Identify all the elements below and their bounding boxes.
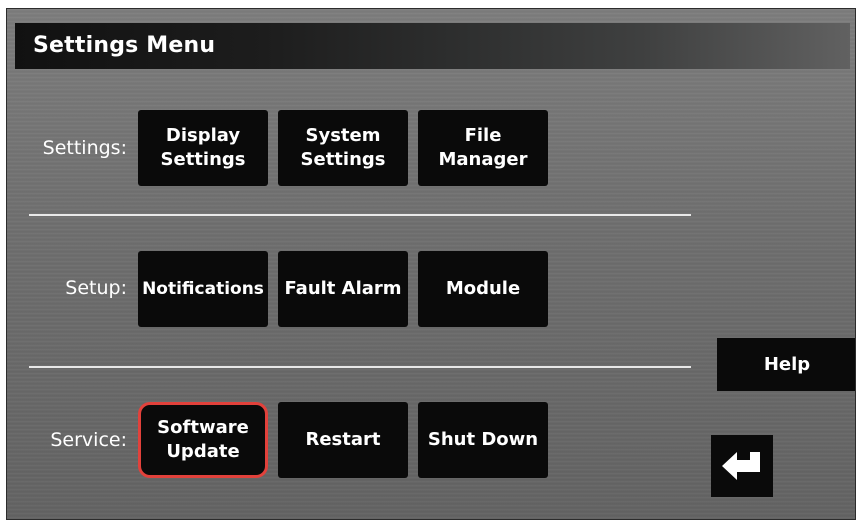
settings-screen: Settings Menu Settings: Display Settings… (6, 8, 856, 520)
service-row-label: Service: (50, 429, 127, 451)
notifications-button[interactable]: Notifications (138, 251, 268, 327)
setup-row-label: Setup: (65, 277, 127, 299)
page-title: Settings Menu (33, 33, 216, 58)
software-update-button[interactable]: Software Update (138, 402, 268, 478)
back-button[interactable] (711, 435, 773, 497)
title-bar: Settings Menu (15, 23, 850, 69)
settings-row-label: Settings: (42, 137, 127, 159)
module-button[interactable]: Module (418, 251, 548, 327)
divider (29, 366, 691, 368)
return-arrow-icon (722, 452, 760, 480)
file-manager-button[interactable]: File Manager (418, 110, 548, 186)
display-settings-button[interactable]: Display Settings (138, 110, 268, 186)
restart-button[interactable]: Restart (278, 402, 408, 478)
fault-alarm-button[interactable]: Fault Alarm (278, 251, 408, 327)
divider (29, 214, 691, 216)
shut-down-button[interactable]: Shut Down (418, 402, 548, 478)
help-button[interactable]: Help (717, 338, 855, 391)
system-settings-button[interactable]: System Settings (278, 110, 408, 186)
